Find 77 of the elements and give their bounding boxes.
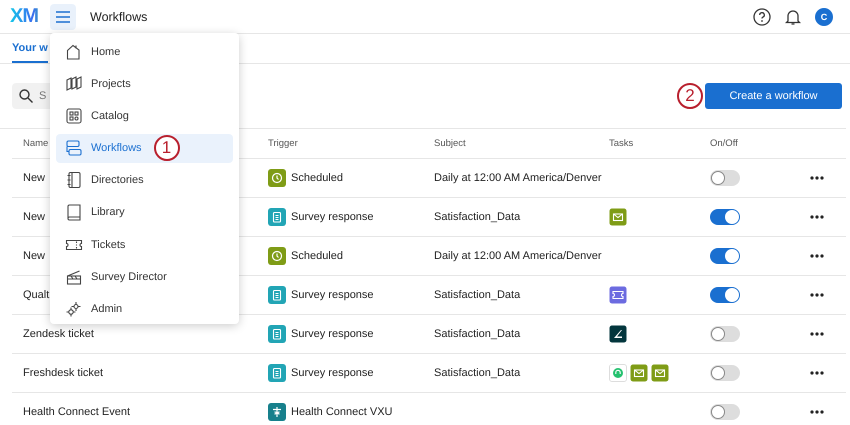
table-cell: Health Connect Event bbox=[23, 406, 130, 418]
clapperboard-icon bbox=[65, 268, 83, 286]
table-cell: Satisfaction_Data bbox=[434, 367, 520, 379]
menu-item[interactable]: Projects bbox=[56, 69, 233, 98]
envelope-icon bbox=[651, 364, 669, 382]
table-cell: Zendesk ticket bbox=[23, 328, 94, 340]
table-cell: New bbox=[23, 211, 46, 223]
menu-item[interactable]: Library bbox=[56, 198, 233, 227]
binder-icon bbox=[65, 171, 83, 190]
menu-icon bbox=[55, 10, 71, 22]
user-avatar[interactable]: C bbox=[815, 8, 833, 26]
toggle-switch[interactable] bbox=[710, 248, 740, 264]
grid-card-icon bbox=[65, 106, 83, 125]
toggle-switch[interactable] bbox=[710, 287, 740, 303]
menu-item[interactable]: Catalog bbox=[56, 101, 233, 130]
toggle-switch[interactable] bbox=[710, 365, 740, 381]
envelope-icon bbox=[630, 364, 648, 382]
toggle-switch[interactable] bbox=[710, 404, 740, 420]
headset-icon bbox=[609, 364, 627, 382]
clock-icon bbox=[268, 169, 286, 187]
menu-item[interactable]: Home bbox=[56, 37, 233, 66]
toggle-switch[interactable] bbox=[710, 326, 740, 342]
toggle-switch[interactable] bbox=[710, 209, 740, 225]
more-icon[interactable] bbox=[810, 176, 824, 180]
clipboard-icon bbox=[268, 208, 286, 226]
more-icon[interactable] bbox=[810, 293, 824, 297]
more-icon[interactable] bbox=[810, 215, 824, 219]
trigger-label: Survey response bbox=[291, 367, 374, 379]
menu-item[interactable]: Survey Director bbox=[56, 262, 233, 292]
step-badge: 1 bbox=[154, 135, 180, 162]
clipboard-icon bbox=[268, 364, 286, 382]
trigger-label: Scheduled bbox=[291, 172, 343, 184]
tab[interactable]: Your w bbox=[12, 34, 48, 63]
more-icon[interactable] bbox=[810, 254, 824, 258]
table-cell: Satisfaction_Data bbox=[434, 328, 520, 340]
trigger-label: Scheduled bbox=[291, 250, 343, 262]
trigger-label: Survey response bbox=[291, 211, 374, 223]
menu-item[interactable]: Admin bbox=[56, 294, 233, 324]
clipboard-icon bbox=[268, 325, 286, 343]
table-cell: Freshdesk ticket bbox=[23, 367, 104, 379]
table-cell: Qualt bbox=[23, 289, 50, 301]
menu-item[interactable]: Tickets bbox=[56, 230, 233, 260]
table-cell: New bbox=[23, 172, 46, 184]
search-icon bbox=[19, 89, 33, 103]
menu-item[interactable]: Workflows 1 bbox=[56, 134, 233, 163]
trigger-label: Survey response bbox=[291, 328, 374, 340]
more-icon[interactable] bbox=[810, 332, 824, 336]
panels-icon bbox=[65, 74, 83, 93]
table-cell: Satisfaction_Data bbox=[434, 289, 520, 301]
bell-icon[interactable] bbox=[785, 8, 801, 26]
table-cell: Daily at 12:00 AM America/Denver bbox=[434, 172, 602, 184]
menu-item[interactable]: Directories bbox=[56, 166, 233, 195]
table-cell: New bbox=[23, 250, 46, 262]
help-icon[interactable] bbox=[753, 8, 771, 26]
gears-icon bbox=[65, 300, 83, 318]
more-icon[interactable] bbox=[810, 371, 824, 375]
column-header: Tasks bbox=[609, 138, 634, 149]
table-cell: Satisfaction_Data bbox=[434, 211, 520, 223]
more-icon[interactable] bbox=[810, 410, 824, 414]
column-header: On/Off bbox=[710, 138, 738, 149]
clock-icon bbox=[268, 247, 286, 265]
toggle-switch[interactable] bbox=[710, 170, 740, 186]
book-icon bbox=[65, 203, 83, 222]
ticket-icon bbox=[609, 286, 627, 304]
menu-button[interactable] bbox=[50, 4, 76, 30]
column-header: Trigger bbox=[268, 138, 298, 149]
trigger-label: Survey response bbox=[291, 289, 374, 301]
page-title: Workflows bbox=[90, 10, 148, 24]
envelope-icon bbox=[609, 208, 627, 226]
column-header: Subject bbox=[434, 138, 466, 149]
clipboard-icon bbox=[268, 286, 286, 304]
trigger-label: Health Connect VXU bbox=[291, 406, 392, 418]
column-header: Name bbox=[23, 138, 48, 149]
step-badge: 2 bbox=[677, 83, 703, 109]
workflow-icon bbox=[65, 139, 83, 158]
table-cell: Daily at 12:00 AM America/Denver bbox=[434, 250, 602, 262]
create-workflow-button[interactable]: Create a workflow bbox=[705, 83, 842, 109]
